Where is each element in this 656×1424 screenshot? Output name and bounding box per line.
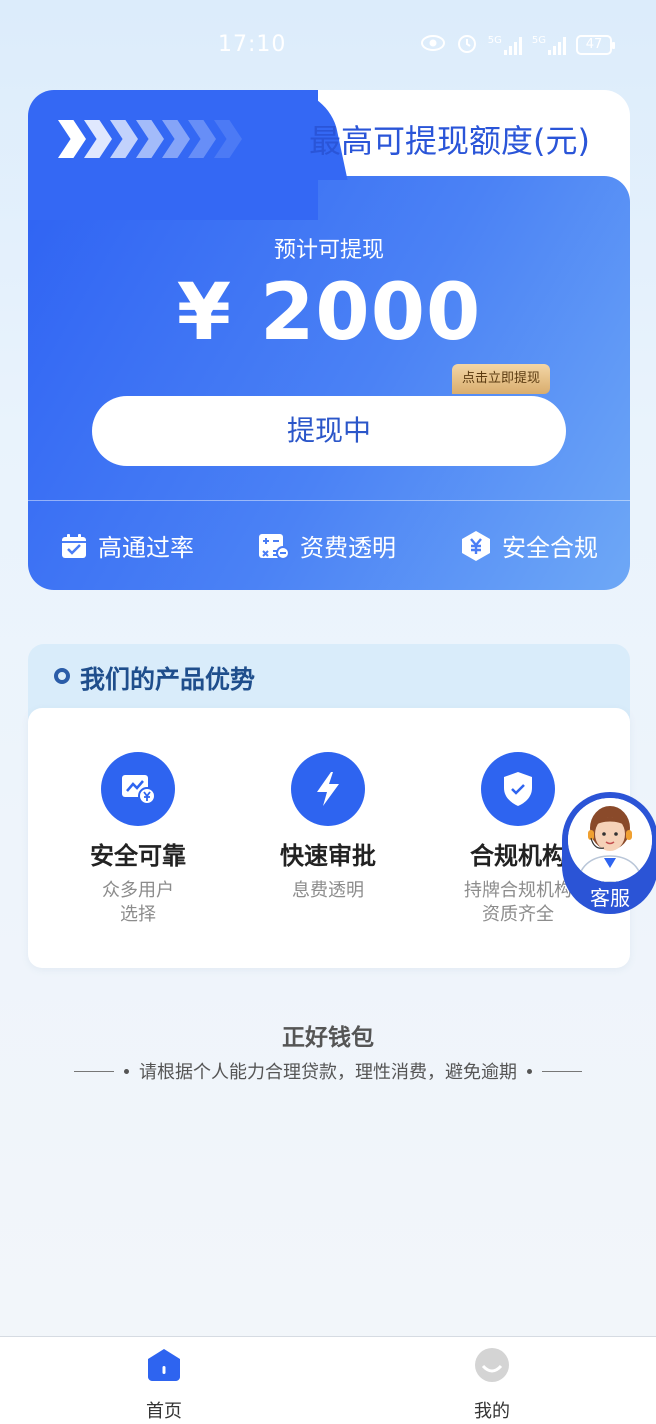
signal-5g-icon: 5G <box>488 35 522 55</box>
divider-line <box>542 1070 582 1072</box>
alarm-icon <box>456 32 478 58</box>
advantage-item: 安全可靠 众多用户 选择 <box>43 752 233 927</box>
signal-5g-icon: 5G <box>532 35 566 55</box>
brand-name: 正好钱包 <box>282 1024 374 1051</box>
home-icon <box>146 1347 182 1383</box>
shield-check-icon <box>481 752 555 826</box>
credit-limit-card: 最高可提现额度(元) 预计可提现 ¥ 2000 提现中 点击立即提现 高通过率 … <box>28 90 630 590</box>
service-label: 客服 <box>590 886 630 910</box>
advantage-name: 快速审批 <box>280 842 376 870</box>
card-title: 最高可提现额度(元) <box>309 122 590 160</box>
advantage-desc: 息费透明 <box>292 880 364 901</box>
advantages-section: 我们的产品优势 安全可靠 众多用户 选择 快速审批 息费透明 合规机构 持牌合规… <box>28 644 630 968</box>
slogan-text: 请根据个人能力合理贷款，理性消费，避免逾期 <box>139 1062 517 1083</box>
nav-item-home[interactable]: 首页 <box>104 1347 224 1423</box>
withdraw-tooltip: 点击立即提现 <box>452 364 551 394</box>
amount-value: ¥ 2000 <box>176 268 482 358</box>
service-agent-avatar <box>568 798 652 882</box>
network-label: 5G <box>487 35 502 46</box>
feature-label: 资费透明 <box>300 534 396 562</box>
feature-label: 安全合规 <box>502 534 598 562</box>
slogan-row: 请根据个人能力合理贷款，理性消费，避免逾期 <box>0 1058 656 1084</box>
nav-item-profile[interactable]: 我的 <box>432 1347 552 1423</box>
advantage-name: 安全可靠 <box>90 842 186 870</box>
status-icons: 5G 5G 47 <box>420 32 615 58</box>
divider-dot <box>124 1068 129 1074</box>
feature-transparent-fees: 资费透明 <box>258 528 396 563</box>
calculator-icon <box>258 532 290 560</box>
feature-safe-compliant: 安全合规 <box>460 528 598 563</box>
advantages-body: 安全可靠 众多用户 选择 快速审批 息费透明 合规机构 持牌合规机构 资质齐全 <box>28 708 630 968</box>
advantage-item: 快速审批 息费透明 <box>233 752 423 903</box>
network-label: 5G <box>531 35 546 46</box>
feature-high-approval: 高通过率 <box>60 528 194 563</box>
eye-icon <box>420 34 446 56</box>
profile-icon <box>474 1347 510 1383</box>
withdraw-button[interactable]: 提现中 <box>92 396 566 466</box>
status-bar: 17:10 5G 5G 47 <box>0 0 656 88</box>
feature-row: 高通过率 资费透明 安全合规 <box>28 501 630 590</box>
advantages-title: 我们的产品优势 <box>80 665 256 694</box>
chart-yuan-icon <box>101 752 175 826</box>
yuan-hexagon-icon <box>460 530 492 562</box>
divider-dot <box>527 1068 532 1074</box>
nav-label: 我的 <box>474 1401 510 1422</box>
advantage-desc: 众多用户 选择 <box>102 880 174 925</box>
feature-label: 高通过率 <box>98 534 194 562</box>
nav-label: 首页 <box>146 1401 182 1422</box>
bottom-nav: 首页 我的 <box>0 1336 656 1424</box>
status-time: 17:10 <box>218 32 287 57</box>
lightning-icon <box>291 752 365 826</box>
divider-line <box>74 1070 114 1072</box>
customer-service-button[interactable]: 客服 <box>562 792 656 914</box>
battery-icon: 47 <box>576 35 615 55</box>
estimate-label: 预计可提现 <box>273 238 384 263</box>
circle-bullet-icon <box>54 668 70 684</box>
chevrons-decoration <box>58 120 242 158</box>
calendar-check-icon <box>60 532 88 560</box>
